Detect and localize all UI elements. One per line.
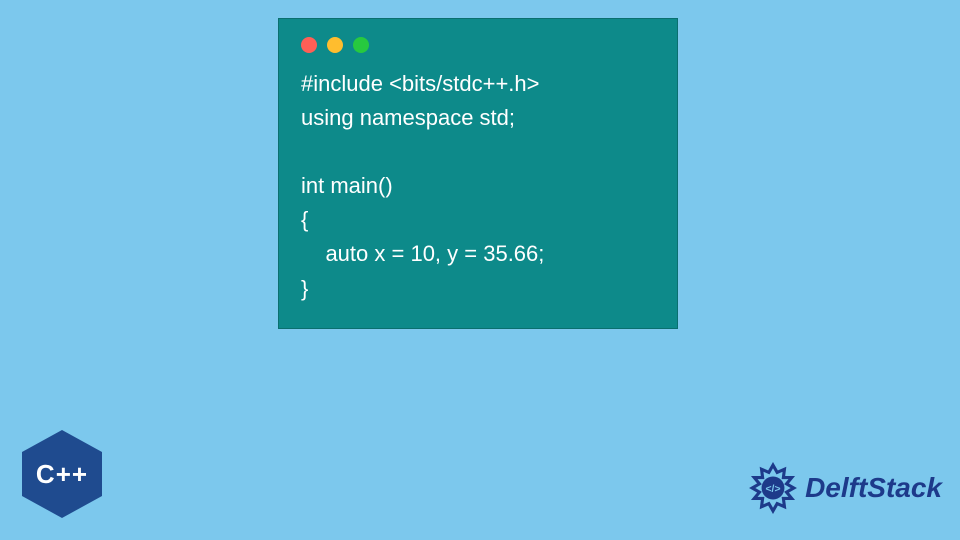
brand-emblem-icon: </>	[747, 462, 799, 514]
maximize-icon	[353, 37, 369, 53]
brand-name: DelftStack	[805, 472, 942, 504]
minimize-icon	[327, 37, 343, 53]
cpp-label: C++	[36, 459, 88, 490]
hexagon-icon: C++	[22, 430, 102, 518]
code-block: #include <bits/stdc++.h> using namespace…	[301, 67, 655, 306]
svg-text:</>: </>	[766, 484, 781, 495]
brand-logo: </> DelftStack	[747, 462, 942, 514]
cpp-logo: C++	[22, 430, 102, 518]
code-window: #include <bits/stdc++.h> using namespace…	[278, 18, 678, 329]
window-controls	[301, 37, 655, 53]
close-icon	[301, 37, 317, 53]
